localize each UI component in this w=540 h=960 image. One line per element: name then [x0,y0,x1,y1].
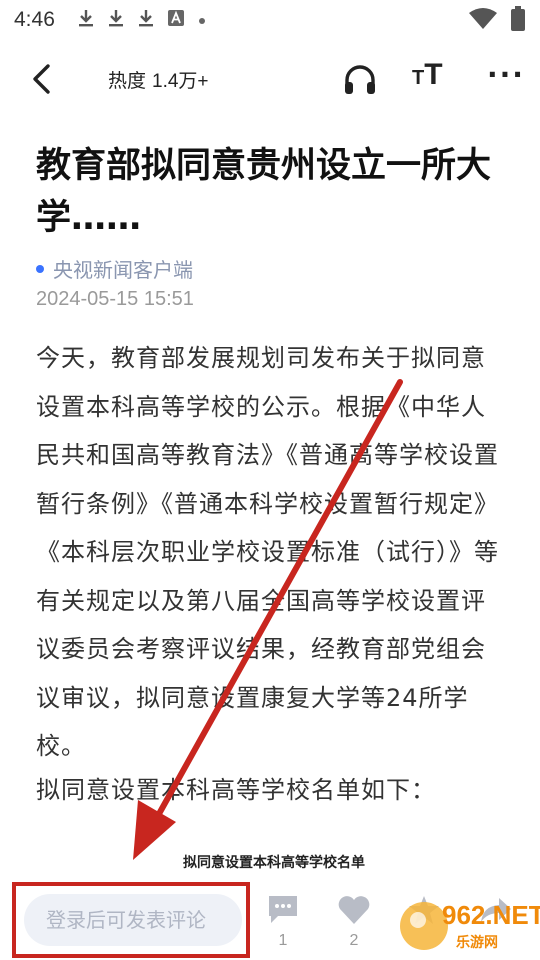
wifi-icon [468,7,498,36]
comment-icon [269,896,297,923]
listen-button[interactable] [342,62,378,98]
battery-icon [510,6,526,37]
article-subhead: 拟同意设置本科高等学校名单如下： [36,776,436,804]
heat-indicator: 热度 1.4万+ [108,66,209,93]
source-dot-icon [36,264,44,273]
annotation-highlight-box [12,882,250,958]
headphones-icon [345,65,375,94]
comment-button[interactable]: 1 [261,894,305,950]
article-source[interactable]: 央视新闻客户端 [36,254,193,283]
font-size-button[interactable]: TT [412,58,443,92]
font-size-small-icon: T [412,67,425,89]
heat-label: 热度 [108,71,147,92]
top-bar: 热度 1.4万+ TT ··· [0,48,540,110]
download-icon [137,8,155,33]
article-datetime: 2024-05-15 15:51 [36,288,194,310]
more-button[interactable]: ··· [486,60,526,96]
heat-value: 1.4万+ [152,71,209,92]
font-size-big-icon: T [424,58,443,91]
status-bar: 4:46 [0,0,540,40]
more-icon: ··· [487,58,525,91]
table-caption: 拟同意设置本科高等学校名单 [183,855,365,871]
like-count: 2 [349,932,359,949]
watermark-text-top: 962.NET [442,900,540,930]
status-time: 4:46 [14,8,55,31]
back-button[interactable] [26,62,60,96]
watermark-text-bottom: 乐游网 [456,935,498,951]
heart-icon [338,896,370,924]
status-right [468,6,526,37]
back-arrow-icon [33,64,50,94]
download-icon [107,8,125,33]
dot-icon [197,10,207,31]
like-button[interactable]: 2 [332,894,376,950]
article-body: 今天，教育部发展规划司发布关于拟同意设置本科高等学校的公示。根据《中华人民共和国… [36,344,499,760]
watermark-logo: 962.NET 乐游网 [394,892,540,956]
article-title: 教育部拟同意贵州设立一所大学…… [36,146,492,238]
comment-count: 1 [278,932,288,949]
source-name: 央视新闻客户端 [53,258,193,282]
download-icon [77,8,95,33]
a-icon [167,9,185,32]
